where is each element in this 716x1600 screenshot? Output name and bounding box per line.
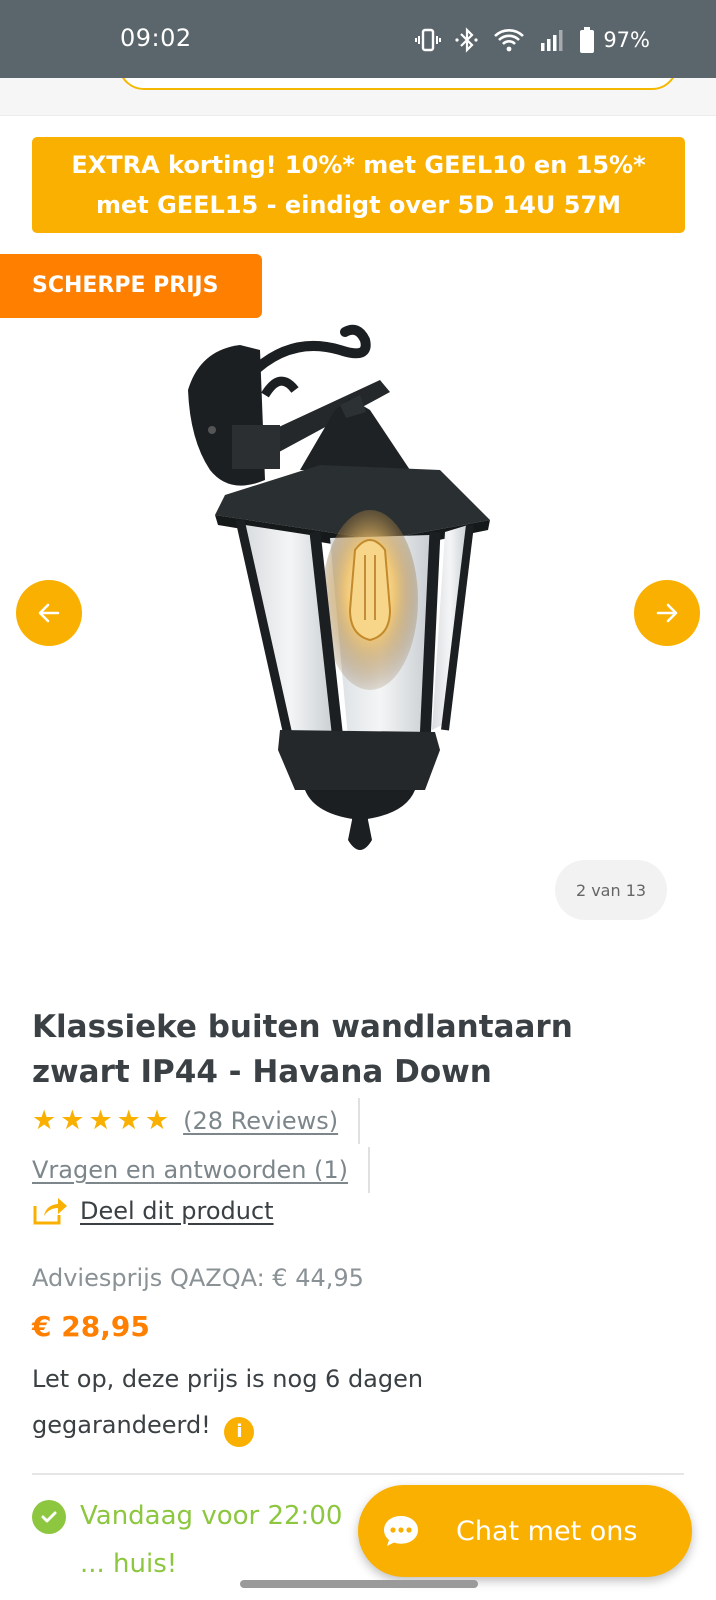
rating-stars: ★ ★ ★ ★ ★ [32, 1106, 169, 1136]
vibrate-icon [415, 28, 442, 52]
battery-percentage: 97% [603, 28, 650, 52]
gallery-prev-button[interactable] [16, 580, 82, 646]
check-icon [32, 1500, 66, 1534]
divider [358, 1098, 361, 1144]
share-link[interactable]: Deel dit product [80, 1197, 274, 1225]
rating-row: ★ ★ ★ ★ ★ (28 Reviews) [32, 1098, 361, 1144]
advice-price: Adviesprijs QAZQA: € 44,95 [32, 1264, 364, 1292]
promo-line-1: EXTRA korting! 10%* met GEEL10 en 15%* [71, 151, 646, 179]
divider [368, 1147, 371, 1193]
search-bar[interactable] [118, 78, 678, 90]
section-divider [32, 1473, 684, 1475]
qa-link[interactable]: Vragen en antwoorden (1) [32, 1156, 348, 1184]
star-icon: ★ [32, 1105, 57, 1136]
price-guarantee: Let op, deze prijs is nog 6 dagen gegara… [32, 1356, 552, 1448]
product-title: Klassieke buiten wandlantaarn zwart IP44… [32, 1009, 573, 1090]
share-icon [33, 1198, 67, 1225]
reviews-link[interactable]: (28 Reviews) [183, 1107, 338, 1135]
info-icon[interactable]: i [224, 1417, 255, 1447]
home-indicator[interactable] [240, 1580, 478, 1588]
chat-label: Chat met ons [456, 1515, 638, 1547]
product-image[interactable] [170, 320, 510, 860]
gallery-counter: 2 van 13 [555, 860, 667, 920]
star-icon: ★ [88, 1105, 113, 1136]
arrow-right-icon [656, 603, 678, 623]
qa-row: Vragen en antwoorden (1) [32, 1146, 371, 1194]
header-strip [0, 78, 716, 116]
bluetooth-icon [455, 27, 478, 53]
status-time: 09:02 [120, 24, 192, 52]
star-icon: ★ [60, 1105, 85, 1136]
signal-icon [541, 30, 563, 51]
wifi-icon [494, 29, 525, 52]
delivery-text: Vandaag voor 22:00 ... huis! [80, 1501, 343, 1579]
chat-bubble-icon [384, 1516, 418, 1546]
promo-banner[interactable]: EXTRA korting! 10%* met GEEL10 en 15%* m… [32, 137, 685, 233]
status-bar: 09:02 97% [0, 0, 716, 78]
status-icons: 97% [415, 26, 650, 54]
sale-price: € 28,95 [32, 1310, 150, 1343]
star-icon: ★ [116, 1105, 141, 1136]
chat-button[interactable]: Chat met ons [358, 1485, 692, 1577]
gallery-next-button[interactable] [634, 580, 700, 646]
delivery-info: Vandaag voor 22:00 ... huis! [32, 1498, 370, 1588]
arrow-left-icon [38, 603, 60, 623]
share-row[interactable]: Deel dit product [32, 1196, 274, 1226]
star-icon: ★ [144, 1105, 170, 1136]
battery-icon [580, 27, 595, 53]
promo-line-2: met GEEL15 - eindigt over 5D 14U 57M [95, 191, 622, 219]
sharp-price-badge: SCHERPE PRIJS [0, 254, 262, 318]
